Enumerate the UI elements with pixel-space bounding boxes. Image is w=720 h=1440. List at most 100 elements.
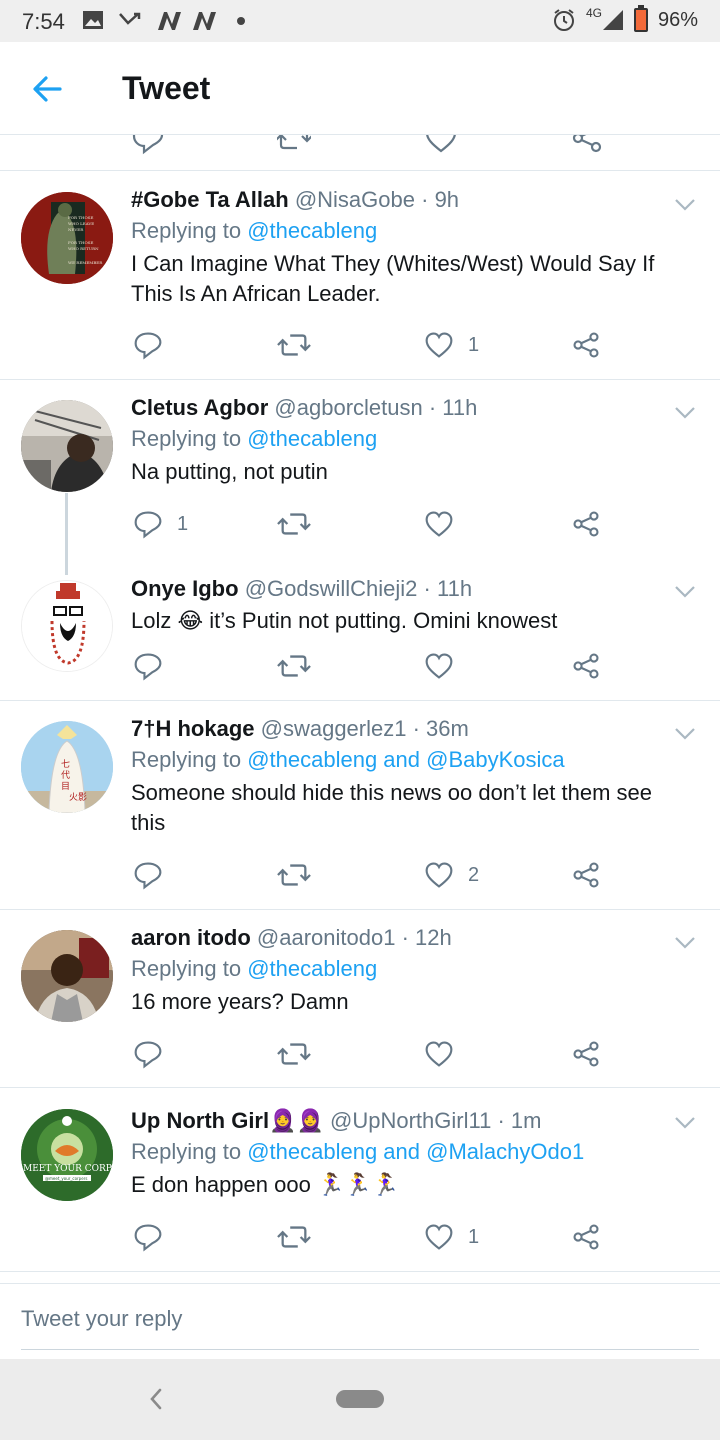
reply-icon: [134, 511, 162, 539]
retweet-button[interactable]: [277, 1221, 311, 1253]
reply-button[interactable]: [133, 329, 177, 361]
reply-input[interactable]: Tweet your reply: [21, 1306, 699, 1350]
display-name[interactable]: aaron itodo: [131, 925, 251, 950]
like-count: 1: [468, 333, 480, 356]
replying-to: Replying to @thecableng: [131, 953, 670, 985]
back-arrow-icon[interactable]: [30, 72, 64, 106]
display-name[interactable]: #Gobe Ta Allah: [131, 187, 289, 212]
reply-button[interactable]: [133, 650, 177, 682]
like-icon: [425, 511, 453, 537]
display-name[interactable]: Up North Girl🧕🧕: [131, 1108, 324, 1133]
share-icon[interactable]: [570, 135, 604, 155]
svg-text:代: 代: [61, 770, 70, 781]
replying-to-link[interactable]: @thecableng: [247, 426, 377, 451]
avatar[interactable]: [21, 400, 113, 492]
svg-text:WHO LEAVE: WHO LEAVE: [68, 221, 94, 226]
dot-icon: [237, 17, 245, 25]
like-button[interactable]: 2: [424, 859, 479, 891]
display-name[interactable]: Onye Igbo: [131, 576, 239, 601]
retweet-button[interactable]: [277, 329, 311, 361]
tweet-text: 16 more years? Damn: [131, 989, 349, 1014]
tweet-card[interactable]: MEET YOUR CORP @meet_your_corpers Up Nor…: [0, 1088, 720, 1272]
tweet-header: #Gobe Ta Allah @NisaGobe · 9h: [131, 185, 670, 215]
tweet-time: · 36m: [412, 716, 469, 741]
battery-percent: 96%: [657, 8, 698, 31]
tweet-text: E don happen ooo 🏃‍♀️🏃‍♀️🏃‍♀️: [131, 1172, 400, 1197]
replying-to-link[interactable]: @thecableng and @BabyKosica: [247, 747, 564, 772]
retweet-button[interactable]: [277, 650, 311, 682]
share-button[interactable]: [571, 508, 601, 540]
replying-to-link[interactable]: @thecableng and @MalachyOdo1: [247, 1139, 584, 1164]
like-icon[interactable]: [424, 135, 458, 155]
tweet-header: aaron itodo @aaronitodo1 · 12h: [131, 923, 670, 953]
previous-tweet-actions: [0, 135, 720, 171]
reply-button[interactable]: [133, 1038, 177, 1070]
replying-to-label: Replying to: [131, 747, 242, 772]
reply-button[interactable]: [133, 1221, 177, 1253]
svg-text:火影: 火影: [69, 792, 87, 803]
display-name[interactable]: Cletus Agbor: [131, 395, 268, 420]
gallery-icon: [83, 11, 103, 29]
nav-home-pill[interactable]: [336, 1390, 384, 1408]
user-handle[interactable]: @swaggerlez1: [261, 716, 407, 741]
share-button[interactable]: [571, 650, 601, 682]
share-icon: [573, 862, 599, 888]
retweet-button[interactable]: [277, 859, 311, 891]
svg-text:WHO RETURN: WHO RETURN: [68, 246, 99, 251]
user-handle[interactable]: @agborcletusn: [274, 395, 422, 420]
status-time: 7:54: [22, 9, 65, 34]
replying-to-link[interactable]: @thecableng: [247, 956, 377, 981]
like-button[interactable]: [424, 508, 468, 540]
like-button[interactable]: [424, 1038, 468, 1070]
chevron-down-icon[interactable]: [674, 585, 696, 599]
like-button[interactable]: 1: [424, 1221, 479, 1253]
reply-icon: [134, 653, 162, 681]
retweet-button[interactable]: [277, 1038, 311, 1070]
tweet-card[interactable]: 七 代 目 火影 7†H hokage @swaggerlez1 · 36m R…: [0, 701, 720, 910]
replying-to-link[interactable]: @thecableng: [247, 218, 377, 243]
chevron-down-icon[interactable]: [674, 198, 696, 212]
share-button[interactable]: [571, 1038, 601, 1070]
user-handle[interactable]: @aaronitodo1: [257, 925, 396, 950]
svg-text:MEET YOUR CORP: MEET YOUR CORP: [23, 1164, 112, 1174]
reply-icon[interactable]: [131, 135, 165, 155]
tweet-time: · 12h: [401, 925, 452, 950]
share-button[interactable]: [571, 859, 601, 891]
retweet-icon: [277, 334, 311, 356]
user-handle[interactable]: @UpNorthGirl11: [330, 1108, 491, 1133]
reply-button[interactable]: 1: [133, 508, 188, 540]
avatar[interactable]: [21, 930, 113, 1022]
tweet-content: Cletus Agbor @agborcletusn · 11h Replyin…: [131, 393, 670, 487]
retweet-icon[interactable]: [277, 135, 311, 155]
share-button[interactable]: [571, 329, 601, 361]
retweet-button[interactable]: [277, 508, 311, 540]
user-handle[interactable]: @NisaGobe: [295, 187, 415, 212]
tweet-card[interactable]: aaron itodo @aaronitodo1 · 12h Replying …: [0, 910, 720, 1088]
user-handle[interactable]: @GodswillChieji2: [245, 576, 418, 601]
avatar[interactable]: 七 代 目 火影: [21, 721, 113, 813]
reply-composer: Tweet your reply: [0, 1283, 720, 1359]
chevron-down-icon[interactable]: [674, 406, 696, 420]
nav-back-icon[interactable]: [146, 1386, 166, 1412]
tweet-content: 7†H hokage @swaggerlez1 · 36m Replying t…: [131, 714, 670, 838]
tweet-time: · 9h: [421, 187, 460, 212]
tweet-actions: 1: [131, 329, 611, 361]
like-button[interactable]: 1: [424, 329, 479, 361]
reply-button[interactable]: [133, 859, 177, 891]
display-name[interactable]: 7†H hokage: [131, 716, 255, 741]
chevron-down-icon[interactable]: [674, 727, 696, 741]
reply-count: 1: [177, 512, 189, 535]
retweet-icon: [277, 864, 311, 886]
chevron-down-icon[interactable]: [674, 1116, 696, 1130]
share-button[interactable]: [571, 1221, 601, 1253]
avatar[interactable]: FOR THOSE WHO LEAVE NEVER FOR THOSE WHO …: [21, 192, 113, 284]
replying-to-label: Replying to: [131, 426, 242, 451]
tweet-header: Up North Girl🧕🧕 @UpNorthGirl11 · 1m: [131, 1106, 670, 1136]
avatar[interactable]: [21, 580, 113, 672]
tweet-card[interactable]: FOR THOSE WHO LEAVE NEVER FOR THOSE WHO …: [0, 172, 720, 380]
chevron-down-icon[interactable]: [674, 936, 696, 950]
svg-text:WE REMEMBER: WE REMEMBER: [68, 260, 103, 265]
like-button[interactable]: [424, 650, 468, 682]
tweet-text: I Can Imagine What They (Whites/West) Wo…: [131, 251, 655, 306]
avatar[interactable]: MEET YOUR CORP @meet_your_corpers: [21, 1109, 113, 1201]
